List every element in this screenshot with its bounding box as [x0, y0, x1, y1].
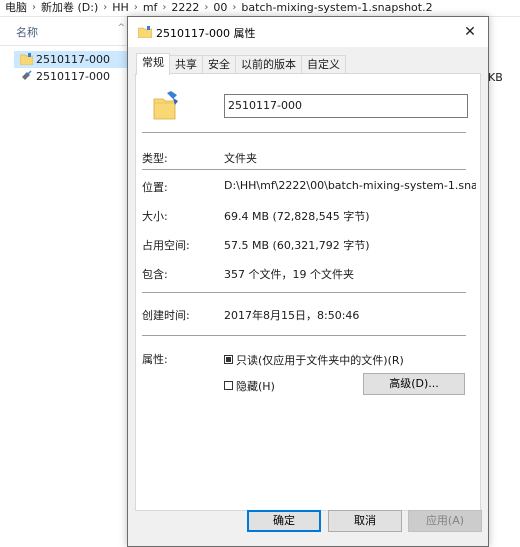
file-size-fragment: KB [488, 71, 503, 84]
hidden-checkbox-label[interactable]: 隐藏(H) [236, 378, 275, 394]
location-value: D:\HH\mf\2222\00\batch-mixing-system-1.s… [224, 179, 476, 192]
hidden-checkbox[interactable] [224, 381, 233, 390]
breadcrumb-item[interactable]: 2222 [166, 1, 204, 15]
location-label: 位置: [142, 181, 168, 194]
properties-dialog: 2510117-000 属性 ✕ 常规 共享 安全 以前的版本 自定义 2510… [127, 16, 489, 547]
file-list-item[interactable]: 2510117-000 [14, 51, 128, 68]
close-icon[interactable]: ✕ [460, 22, 480, 42]
file-name: 2510117-000 [36, 53, 110, 66]
tab-customize[interactable]: 自定义 [301, 55, 346, 74]
breadcrumb-item[interactable]: batch-mixing-system-1.snapshot.2 [236, 1, 437, 15]
readonly-checkbox-label[interactable]: 只读(仅应用于文件夹中的文件)(R) [236, 352, 404, 368]
address-bar[interactable]: 电脑 › 新加卷 (D:) › HH › mf › 2222 › 00 › batch-mi… [0, 0, 520, 17]
file-list-item[interactable]: 2510117-000 [14, 68, 128, 85]
breadcrumb-item[interactable]: 00 [208, 1, 232, 15]
dialog-title: 2510117-000 属性 [156, 27, 256, 40]
created-label: 创建时间: [142, 309, 190, 322]
apply-button[interactable]: 应用(A) [408, 510, 482, 532]
tab-security[interactable]: 安全 [202, 55, 236, 74]
contains-value: 357 个文件，19 个文件夹 [224, 268, 354, 281]
dialog-titlebar[interactable]: 2510117-000 属性 ✕ [128, 17, 488, 47]
breadcrumb-item[interactable]: 电脑 [0, 1, 32, 15]
tab-sharing[interactable]: 共享 [169, 55, 203, 74]
type-value: 文件夹 [224, 152, 257, 165]
disk-size-value: 57.5 MB (60,321,792 字节) [224, 239, 370, 252]
size-value: 69.4 MB (72,828,545 字节) [224, 210, 370, 223]
shortcut-file-icon [22, 70, 32, 80]
large-folder-icon [153, 91, 178, 120]
column-header-name[interactable]: 名称 ^ [0, 22, 130, 46]
sort-caret-icon: ^ [117, 23, 125, 33]
divider [142, 132, 466, 133]
divider [142, 335, 466, 336]
divider [142, 292, 466, 293]
ok-button[interactable]: 确定 [247, 510, 321, 532]
cancel-button[interactable]: 取消 [328, 510, 402, 532]
folder-icon [138, 26, 152, 38]
attributes-label: 属性: [142, 353, 168, 366]
file-name: 2510117-000 [36, 70, 110, 83]
type-label: 类型: [142, 152, 168, 165]
tab-general[interactable]: 常规 [136, 53, 170, 75]
tab-previous-versions[interactable]: 以前的版本 [235, 55, 302, 74]
disk-size-label: 占用空间: [142, 239, 190, 252]
column-header-label: 名称 [16, 26, 38, 39]
folder-name-input[interactable]: 2510117-000 [224, 94, 468, 118]
breadcrumb-item[interactable]: 新加卷 (D:) [36, 1, 103, 15]
breadcrumb-item[interactable]: mf [138, 1, 163, 15]
created-value: 2017年8月15日，8:50:46 [224, 309, 360, 322]
folder-icon [20, 53, 33, 65]
breadcrumb-item[interactable]: HH [107, 1, 134, 15]
tab-strip: 常规 共享 安全 以前的版本 自定义 [136, 53, 346, 75]
divider [142, 169, 466, 170]
contains-label: 包含: [142, 268, 168, 281]
advanced-button[interactable]: 高级(D)... [363, 373, 465, 395]
size-label: 大小: [142, 210, 168, 223]
readonly-checkbox[interactable] [224, 355, 233, 364]
